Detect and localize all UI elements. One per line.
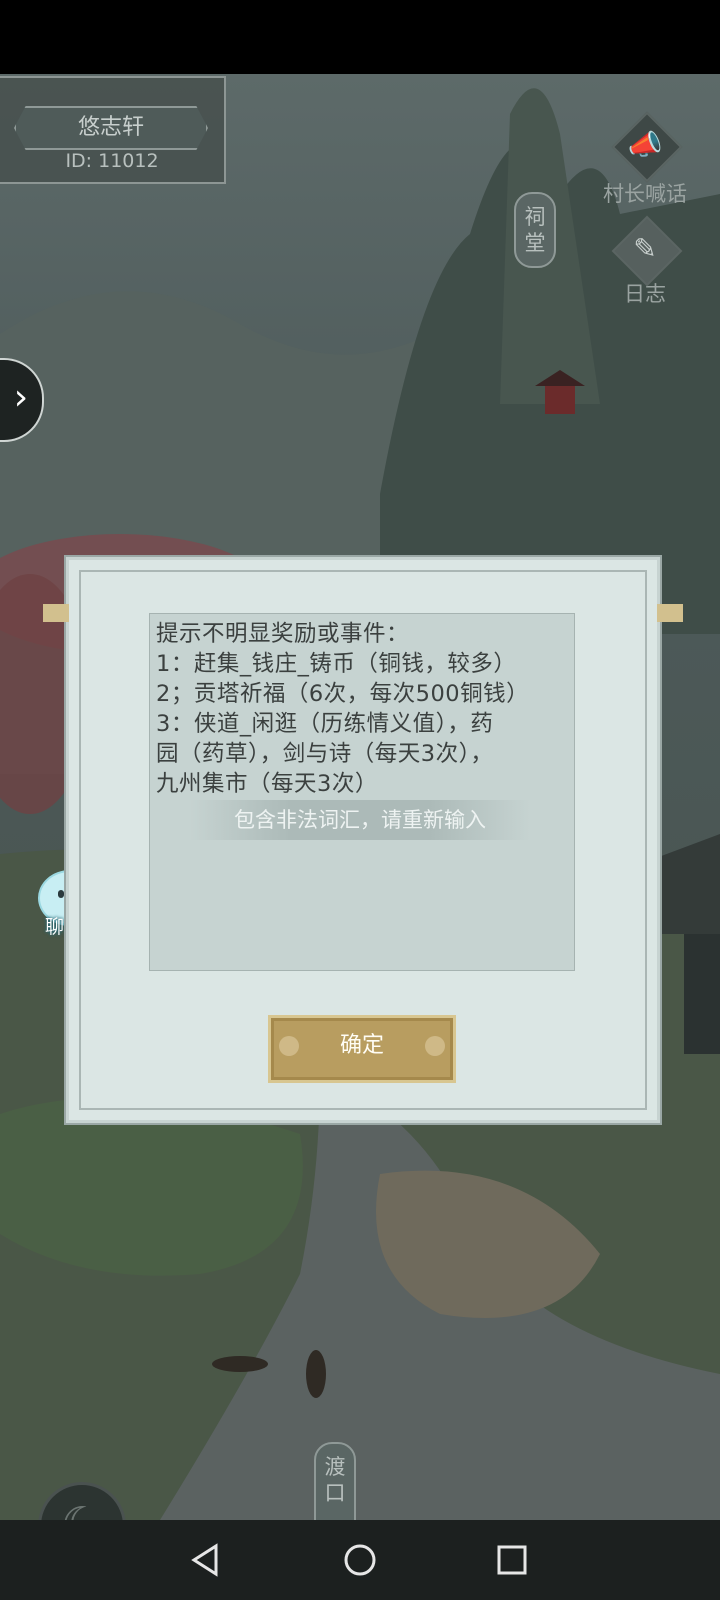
announce-label: 村长喊话 [603,182,687,206]
scroll-icon: ✎ [610,214,683,287]
hint-line-5: 园（药草），剑与诗（每天3次）， [156,741,494,767]
confirm-label: 确定 [339,1033,384,1058]
dialog-wing-right [657,604,683,622]
announce-button[interactable]: 📣 村长喊话 [590,110,700,208]
hint-line-3: 2；贡塔祈福（6次，每次500铜钱） [156,681,530,707]
button-ornament-left [279,1036,299,1056]
hint-line-4: 3：侠道_闲逛（历练情义值），药 [156,711,494,737]
hint-line-2: 1：赶集_钱庄_铸币（铜钱，较多） [156,651,517,677]
confirm-button[interactable]: 确定 [268,1015,456,1083]
player-name: 悠志轩 [14,106,208,150]
system-nav-bar [0,1520,720,1600]
hint-line-6: 九州集市（每天3次） [156,771,378,797]
circle-home-icon[interactable] [338,1538,382,1582]
hint-line-1: 提示不明显奖励或事件： [156,621,410,647]
player-id: ID: 11012 [65,150,159,172]
dialog-wing-left [43,604,69,622]
plaque-ancestral-hall[interactable]: 祠堂 [514,192,556,268]
error-toast: 包含非法词汇，请重新输入 [190,800,530,840]
status-bar [0,0,720,74]
square-recents-icon[interactable] [490,1538,534,1582]
chevron-right-icon: › [13,377,29,418]
hint-textarea[interactable]: 提示不明显奖励或事件： 1：赶集_钱庄_铸币（铜钱，较多） 2；贡塔祈福（6次，… [149,613,575,971]
megaphone-icon: 📣 [610,110,683,183]
triangle-back-icon[interactable] [184,1538,228,1582]
log-button[interactable]: ✎ 日志 [595,214,695,308]
button-ornament-right [425,1036,445,1056]
